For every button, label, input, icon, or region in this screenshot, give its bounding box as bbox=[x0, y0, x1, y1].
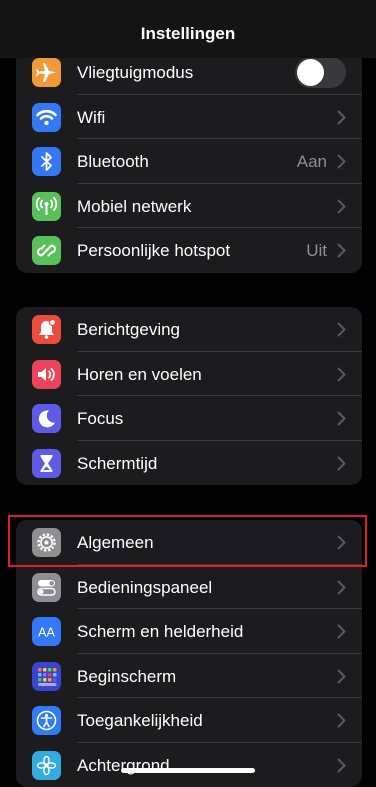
sounds-haptics-label: Horen en voelen bbox=[77, 365, 202, 385]
row-home-screen[interactable]: Beginscherm bbox=[16, 654, 362, 699]
settings-group-connectivity: Vliegtuigmodus Wifi Bluetooth Aan Mobiel… bbox=[16, 50, 362, 273]
home-grid-icon bbox=[32, 662, 61, 691]
chevron-right-icon bbox=[337, 243, 346, 258]
bluetooth-icon bbox=[32, 147, 61, 176]
row-screen-time[interactable]: Schermtijd bbox=[16, 441, 362, 486]
accessibility-icon bbox=[32, 706, 61, 735]
chevron-right-icon bbox=[337, 456, 346, 471]
chevron-right-icon bbox=[337, 199, 346, 214]
row-bluetooth[interactable]: Bluetooth Aan bbox=[16, 139, 362, 184]
notification-bell-icon bbox=[32, 315, 61, 344]
navigation-bar: Instellingen bbox=[0, 0, 376, 58]
text-size-glyph: AA bbox=[38, 626, 55, 640]
speaker-icon bbox=[32, 360, 61, 389]
mobile-network-label: Mobiel netwerk bbox=[77, 197, 191, 217]
chevron-right-icon bbox=[337, 580, 346, 595]
page-title: Instellingen bbox=[0, 24, 376, 44]
chevron-right-icon bbox=[337, 110, 346, 125]
chevron-right-icon bbox=[337, 624, 346, 639]
chevron-right-icon bbox=[337, 713, 346, 728]
settings-group-notifications: Berichtgeving Horen en voelen Focus Sche… bbox=[16, 307, 362, 485]
wifi-icon bbox=[32, 103, 61, 132]
chevron-right-icon bbox=[337, 411, 346, 426]
chevron-right-icon bbox=[337, 322, 346, 337]
wallpaper-flower-icon bbox=[32, 751, 61, 780]
row-personal-hotspot[interactable]: Persoonlijke hotspot Uit bbox=[16, 228, 362, 273]
row-wallpaper[interactable]: Achtergrond bbox=[16, 743, 362, 787]
home-screen-label: Beginscherm bbox=[77, 667, 176, 687]
display-brightness-label: Scherm en helderheid bbox=[77, 622, 243, 642]
bluetooth-status-value: Aan bbox=[297, 152, 327, 172]
row-notifications[interactable]: Berichtgeving bbox=[16, 307, 362, 352]
airplane-icon bbox=[32, 58, 61, 87]
hotspot-status-value: Uit bbox=[306, 241, 327, 261]
row-display-brightness[interactable]: AA Scherm en helderheid bbox=[16, 609, 362, 654]
chevron-right-icon bbox=[337, 669, 346, 684]
hourglass-icon bbox=[32, 449, 61, 478]
text-size-icon: AA bbox=[32, 617, 61, 646]
control-center-label: Bedieningspaneel bbox=[77, 578, 212, 598]
screen-time-label: Schermtijd bbox=[77, 454, 157, 474]
hotspot-icon bbox=[32, 236, 61, 265]
switches-icon bbox=[32, 573, 61, 602]
home-indicator[interactable] bbox=[121, 768, 255, 773]
focus-label: Focus bbox=[77, 409, 123, 429]
row-wifi[interactable]: Wifi bbox=[16, 95, 362, 140]
row-focus[interactable]: Focus bbox=[16, 396, 362, 441]
toggle-knob bbox=[297, 59, 324, 86]
accessibility-label: Toegankelijkheid bbox=[77, 711, 203, 731]
row-accessibility[interactable]: Toegankelijkheid bbox=[16, 698, 362, 743]
wifi-label: Wifi bbox=[77, 108, 105, 128]
antenna-icon bbox=[32, 192, 61, 221]
personal-hotspot-label: Persoonlijke hotspot bbox=[77, 241, 230, 261]
selection-highlight-box bbox=[8, 515, 367, 567]
chevron-right-icon bbox=[337, 367, 346, 382]
airplane-mode-label: Vliegtuigmodus bbox=[77, 63, 193, 83]
row-sounds-haptics[interactable]: Horen en voelen bbox=[16, 352, 362, 397]
moon-icon bbox=[32, 404, 61, 433]
row-mobile-network[interactable]: Mobiel netwerk bbox=[16, 184, 362, 229]
notifications-label: Berichtgeving bbox=[77, 320, 180, 340]
row-control-center[interactable]: Bedieningspaneel bbox=[16, 565, 362, 610]
chevron-right-icon bbox=[337, 154, 346, 169]
airplane-mode-toggle[interactable] bbox=[295, 57, 346, 88]
bluetooth-label: Bluetooth bbox=[77, 152, 149, 172]
chevron-right-icon bbox=[337, 758, 346, 773]
